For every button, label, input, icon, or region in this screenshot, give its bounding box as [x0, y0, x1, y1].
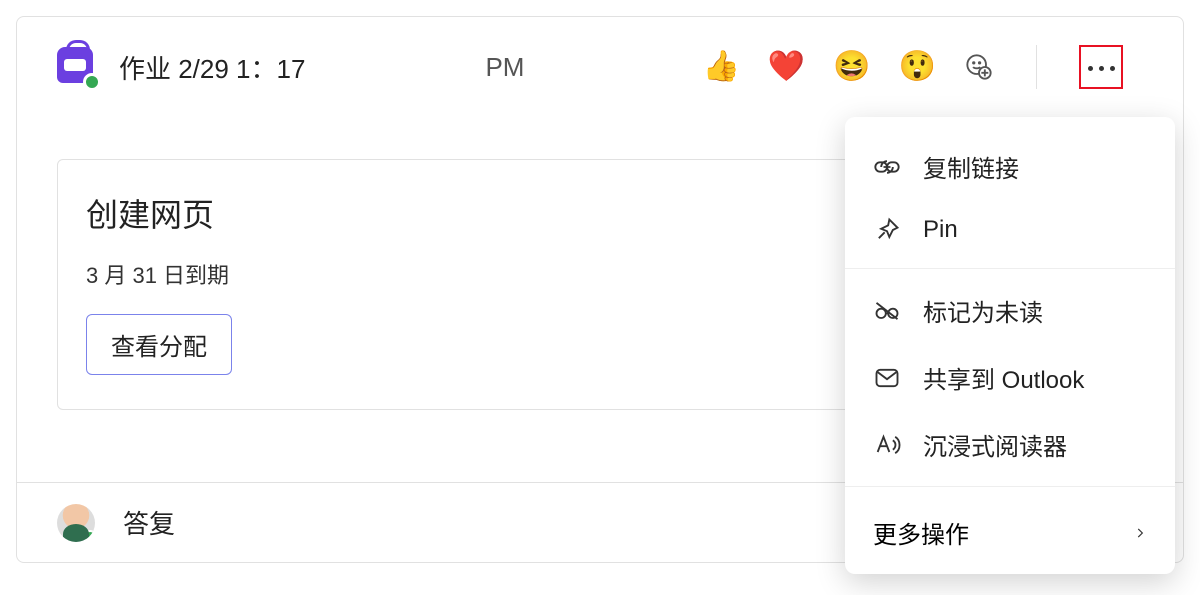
pin-icon	[873, 216, 901, 244]
assignments-app-icon	[57, 47, 97, 87]
menu-separator	[845, 268, 1175, 269]
reaction-laugh[interactable]: 😆	[833, 52, 870, 82]
context-menu: 复制链接 Pin 标记为未读 共享到 Outlook 沉浸式阅读器 更多操作	[845, 117, 1175, 574]
immersive-reader-icon	[873, 431, 901, 459]
menu-mark-unread[interactable]: 标记为未读	[845, 277, 1175, 344]
glasses-off-icon	[873, 297, 901, 325]
menu-label: 更多操作	[873, 515, 969, 550]
menu-label: 沉浸式阅读器	[923, 427, 1067, 462]
ellipsis-icon	[1085, 58, 1118, 76]
user-avatar	[57, 504, 95, 542]
menu-share-outlook[interactable]: 共享到 Outlook	[845, 344, 1175, 411]
menu-label: 复制链接	[923, 149, 1019, 184]
menu-label: Pin	[923, 216, 958, 244]
reaction-surprised[interactable]: 😲	[899, 52, 936, 82]
menu-label: 共享到 Outlook	[923, 360, 1084, 395]
reply-label: 答复	[123, 504, 175, 541]
more-options-button[interactable]	[1079, 45, 1123, 89]
message-card: 作业 2/29 1：17 PM 👍 ❤️ 😆 😲 创建网页 3 月 31 日到期…	[16, 16, 1184, 563]
link-icon	[873, 153, 901, 181]
reaction-like[interactable]: 👍	[703, 52, 740, 82]
view-assignment-button[interactable]: 查看分配	[86, 314, 232, 375]
mail-icon	[873, 364, 901, 392]
reaction-heart[interactable]: ❤️	[768, 52, 805, 82]
presence-available-icon	[83, 73, 101, 91]
message-header: 作业 2/29 1：17 PM 👍 ❤️ 😆 😲	[17, 17, 1183, 89]
chevron-right-icon	[1133, 522, 1147, 544]
menu-separator	[845, 486, 1175, 487]
reaction-divider	[1036, 45, 1037, 89]
menu-copy-link[interactable]: 复制链接	[845, 133, 1175, 200]
reaction-bar: 👍 ❤️ 😆 😲	[703, 45, 1143, 89]
message-title: 作业 2/29 1：17	[119, 49, 305, 86]
menu-more-actions[interactable]: 更多操作	[845, 495, 1175, 558]
menu-pin[interactable]: Pin	[845, 200, 1175, 260]
menu-immersive-reader[interactable]: 沉浸式阅读器	[845, 411, 1175, 478]
reaction-add-icon[interactable]	[964, 52, 994, 82]
message-ampm: PM	[485, 52, 524, 83]
menu-label: 标记为未读	[923, 293, 1043, 328]
presence-available-icon	[83, 530, 95, 542]
